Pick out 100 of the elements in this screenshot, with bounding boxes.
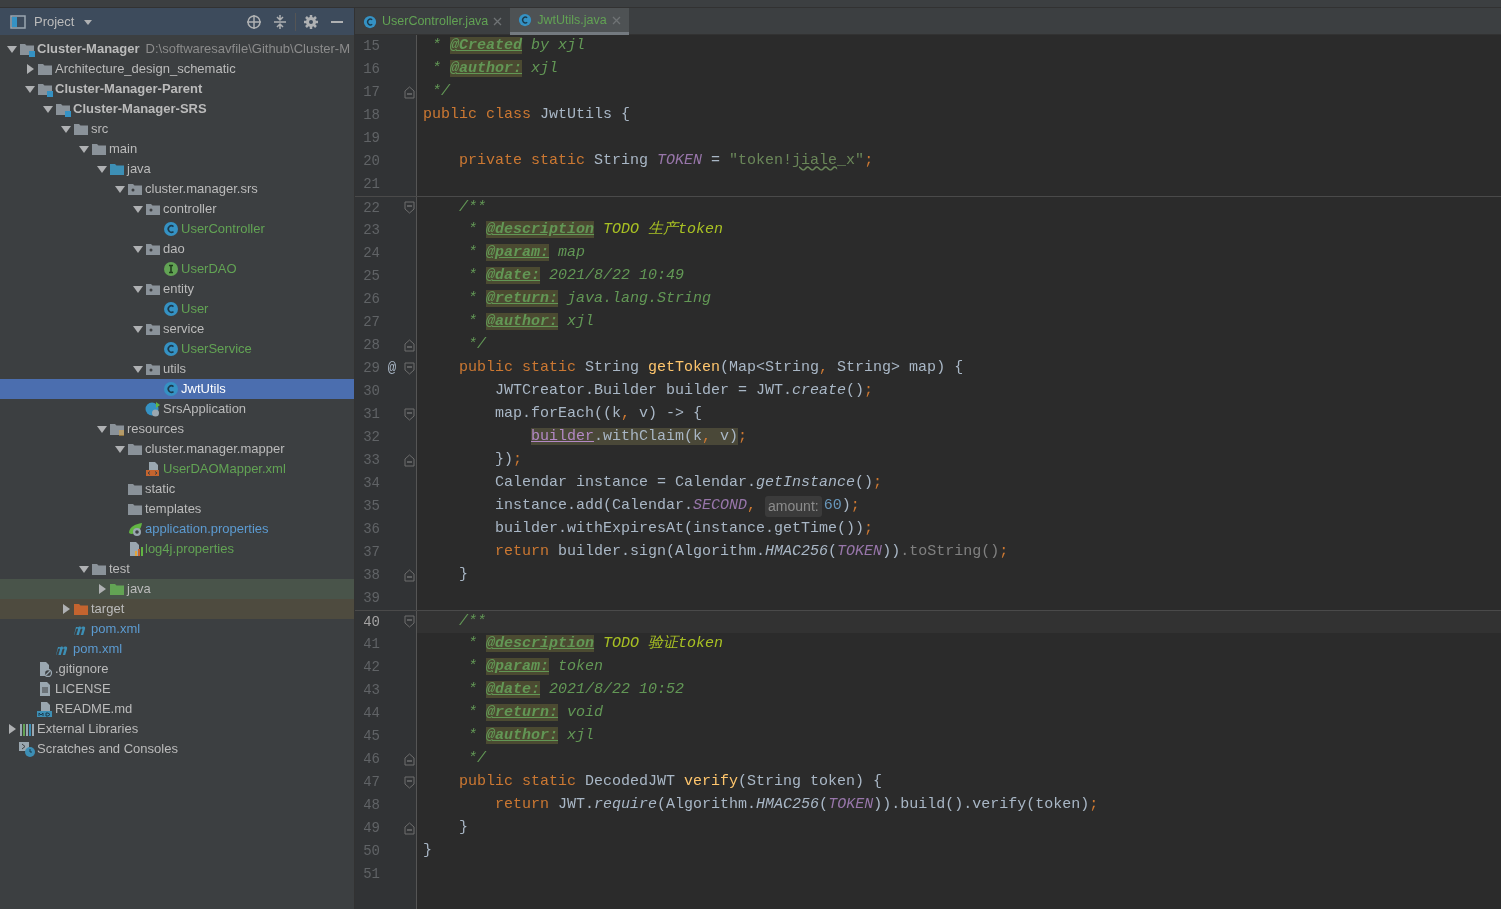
tree-row[interactable]: User <box>0 299 354 319</box>
tree-row[interactable]: cluster.manager.srs <box>0 179 354 199</box>
tree-row[interactable]: controller <box>0 199 354 219</box>
markdown-file-icon <box>37 701 53 717</box>
test-folder-icon <box>109 581 125 597</box>
text-file-icon <box>37 681 53 697</box>
excluded-folder-icon <box>73 601 89 617</box>
fold-marker-icon[interactable] <box>404 453 415 468</box>
fold-marker-icon[interactable] <box>404 821 415 836</box>
tree-row[interactable]: src <box>0 119 354 139</box>
fold-marker-icon[interactable] <box>404 615 415 629</box>
fold-marker-icon[interactable] <box>404 361 415 376</box>
close-icon[interactable] <box>493 17 503 26</box>
fold-marker-icon[interactable] <box>404 85 415 100</box>
file-name: SrsApplication <box>163 400 247 419</box>
tree-row[interactable]: External Libraries <box>0 719 354 739</box>
code-text: } <box>458 818 468 839</box>
tree-row[interactable]: log4j.properties <box>0 539 354 559</box>
tree-row[interactable]: pom.xml <box>0 639 354 659</box>
tree-row[interactable]: main <box>0 139 354 159</box>
spring-leaf-icon <box>127 521 143 537</box>
fold-marker-icon[interactable] <box>404 568 415 583</box>
fold-marker-icon[interactable] <box>404 201 415 215</box>
scratches-icon <box>19 741 35 757</box>
code-text: /** <box>458 197 486 218</box>
fold-marker-icon[interactable] <box>404 752 415 767</box>
code-text: instance.add(Calendar.SECOND, <box>494 496 758 517</box>
tree-row[interactable]: UserDAOMapper.xml <box>0 459 354 479</box>
tree-row[interactable]: SrsApplication <box>0 399 354 419</box>
tree-row[interactable]: entity <box>0 279 354 299</box>
gutter-marker[interactable]: @ <box>380 358 404 379</box>
tree-row[interactable]: UserController <box>0 219 354 239</box>
code-text: * @author: xjl <box>431 59 559 80</box>
file-name: Cluster-Manager <box>37 40 140 59</box>
file-name: cluster.manager.mapper <box>145 440 285 459</box>
tree-row[interactable]: LICENSE <box>0 679 354 699</box>
fold-marker-icon[interactable] <box>404 338 415 353</box>
file-name: UserDAOMapper.xml <box>163 460 286 479</box>
file-name: application.properties <box>145 520 269 539</box>
tree-row[interactable]: resources <box>0 419 354 439</box>
class-icon <box>163 381 179 397</box>
file-name: java <box>127 580 151 599</box>
code-text: * @description TODO 验证token <box>467 634 724 655</box>
tree-row[interactable]: test <box>0 559 354 579</box>
code-text: /** <box>458 611 486 632</box>
tree-row[interactable]: service <box>0 319 354 339</box>
file-name: .gitignore <box>55 660 109 679</box>
file-name: resources <box>127 420 185 439</box>
panel-icon <box>10 14 26 29</box>
properties-file-icon <box>127 541 143 557</box>
folder-icon <box>127 441 143 457</box>
tree-row[interactable]: java <box>0 579 354 599</box>
package-folder-icon <box>127 181 143 197</box>
code-text: */ <box>467 335 486 356</box>
tree-row[interactable]: Cluster-Manager D:\softwaresavfile\Github\Cluster-M <box>0 39 354 59</box>
tree-row[interactable]: static <box>0 479 354 499</box>
class-icon <box>163 341 179 357</box>
tree-row[interactable]: Cluster-Manager-SRS <box>0 99 354 119</box>
file-name: templates <box>145 500 202 519</box>
ignored-file-icon <box>37 661 53 677</box>
module-folder-icon <box>55 101 71 117</box>
tree-row[interactable]: .gitignore <box>0 659 354 679</box>
tree-row[interactable]: README.md <box>0 699 354 719</box>
file-name: test <box>109 560 130 579</box>
code-text: Calendar instance = Calendar.getInstance(); <box>494 473 883 494</box>
tree-row[interactable]: target <box>0 599 354 619</box>
fold-marker-icon[interactable] <box>404 407 415 422</box>
tree-row[interactable]: java <box>0 159 354 179</box>
tree-row[interactable]: JwtUtils <box>0 379 354 399</box>
tree-row[interactable]: UserService <box>0 339 354 359</box>
file-name: External Libraries <box>37 720 139 739</box>
class-icon <box>518 13 533 27</box>
code-text: public static DecodedJWT verify(String token) { <box>458 772 883 793</box>
tree-row[interactable]: templates <box>0 499 354 519</box>
editor-tab[interactable]: UserController.java <box>355 8 511 35</box>
project-path: D:\softwaresavfile\Github\Cluster-M <box>145 40 351 59</box>
class-icon <box>363 14 377 29</box>
fold-marker-icon[interactable] <box>404 775 415 790</box>
code-text: * @date: 2021/8/22 10:52 <box>467 680 685 701</box>
tree-row[interactable]: application.properties <box>0 519 354 539</box>
code-text: * @Created by xjl <box>431 36 586 57</box>
tree-row[interactable]: utils <box>0 359 354 379</box>
package-folder-icon <box>145 361 161 377</box>
code-text: return builder.sign(Algorithm.HMAC256(TOKEN)).toString(); <box>494 542 1009 563</box>
file-name: Cluster-Manager-Parent <box>55 80 203 99</box>
file-name: utils <box>163 360 187 379</box>
tree-row[interactable]: dao <box>0 239 354 259</box>
panel-title[interactable]: Project <box>34 11 75 32</box>
tree-row[interactable]: Architecture_design_schematic <box>0 59 354 79</box>
tree-row[interactable]: pom.xml <box>0 619 354 639</box>
code-text: */ <box>431 82 450 103</box>
tree-row[interactable]: Cluster-Manager-Parent <box>0 79 354 99</box>
tree-row[interactable]: Scratches and Consoles <box>0 739 354 759</box>
parameter-hint: amount: <box>765 496 822 517</box>
tree-row[interactable]: UserDAO <box>0 259 354 279</box>
package-folder-icon <box>145 241 161 257</box>
tree-row[interactable]: cluster.manager.mapper <box>0 439 354 459</box>
folder-icon <box>127 501 143 517</box>
file-name: UserController <box>181 220 265 239</box>
xml-file-icon <box>145 461 161 477</box>
